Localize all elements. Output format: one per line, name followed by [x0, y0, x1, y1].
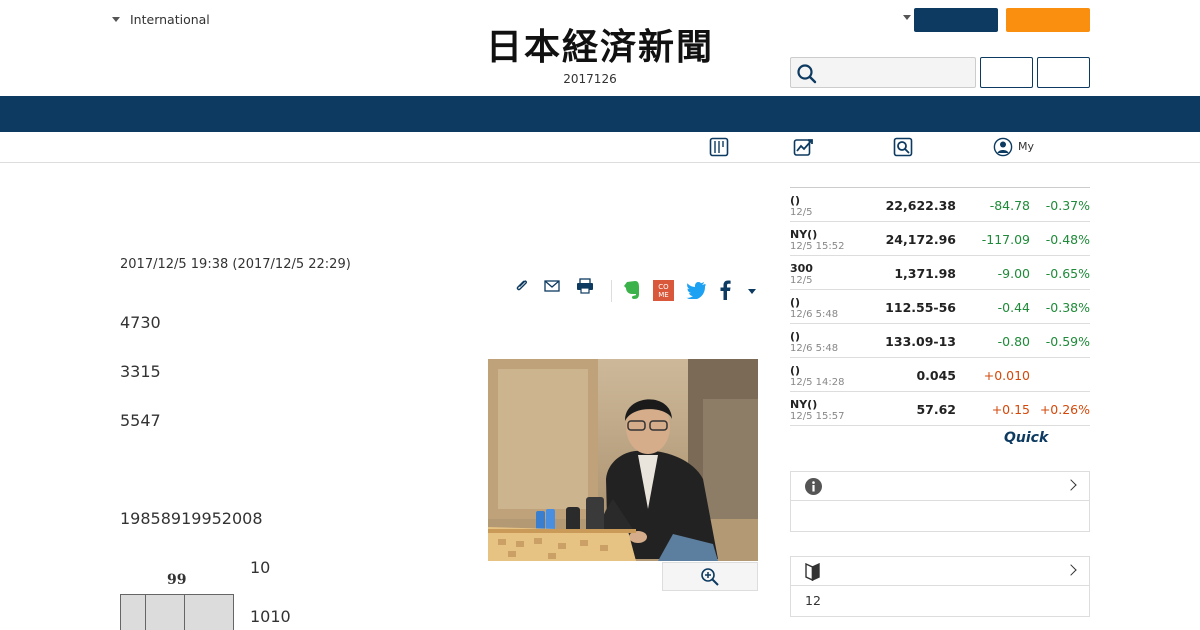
user-icon[interactable]	[993, 137, 1013, 157]
comemo-icon[interactable]: CO ME	[653, 280, 674, 301]
market-name: NY()	[790, 228, 818, 241]
search-icon	[797, 64, 817, 84]
article-paragraph: 5547	[120, 411, 161, 430]
article-datetime: 2017/12/5 19:38 (2017/12/5 22:29)	[120, 257, 351, 272]
market-row[interactable]: NY() 12/5 15:57 57.62 +0.15 +0.26%	[790, 392, 1090, 426]
photo-zoom-button[interactable]	[662, 562, 758, 591]
twitter-icon[interactable]	[686, 281, 706, 299]
market-pct: -0.38%	[1045, 300, 1090, 315]
quick-logo[interactable]: Quick	[1004, 430, 1048, 446]
chart-trend-icon[interactable]	[793, 137, 815, 157]
market-value: 0.045	[916, 368, 956, 383]
print-icon[interactable]	[576, 278, 594, 294]
market-name: ()	[790, 296, 801, 309]
market-time: 12/5 15:57	[790, 411, 845, 422]
market-name: NY()	[790, 398, 818, 411]
info-widget-header[interactable]	[791, 472, 1089, 501]
info-widget-body	[791, 501, 1089, 531]
market-name: 300	[790, 262, 813, 275]
market-value: 133.09-13	[885, 334, 956, 349]
market-name: ()	[790, 364, 801, 377]
caret-down-icon	[112, 17, 120, 22]
market-time: 12/5	[790, 275, 813, 286]
beginner-mark-icon	[805, 563, 820, 581]
market-change: -117.09	[981, 232, 1030, 247]
chevron-right-icon	[1065, 564, 1077, 576]
facebook-icon[interactable]	[718, 280, 732, 300]
search-input[interactable]	[790, 57, 976, 88]
svg-text:ME: ME	[658, 291, 668, 299]
market-row[interactable]: 300 12/5 1,371.98 -9.00 -0.65%	[790, 256, 1090, 290]
market-row[interactable]: () 12/6 5:48 112.55-56 -0.44 -0.38%	[790, 290, 1090, 324]
market-value: 57.62	[916, 402, 956, 417]
market-row[interactable]: () 12/5 14:28 0.045 +0.010	[790, 358, 1090, 392]
zoom-in-icon	[701, 568, 719, 586]
beginner-widget-text: 12	[805, 593, 821, 608]
market-name: ()	[790, 194, 801, 207]
market-time: 12/6 5:48	[790, 309, 839, 320]
trial-button[interactable]	[1006, 8, 1090, 32]
market-pct: -0.59%	[1045, 334, 1090, 349]
info-icon	[805, 478, 822, 495]
market-value: 22,622.38	[885, 198, 956, 213]
company-search-icon[interactable]	[893, 137, 913, 157]
market-time: 12/5 15:52	[790, 241, 845, 252]
market-row[interactable]: () 12/6 5:48 133.09-13 -0.80 -0.59%	[790, 324, 1090, 358]
beginner-widget-header[interactable]	[791, 557, 1089, 586]
market-value: 24,172.96	[885, 232, 956, 247]
article-paragraph: 3315	[120, 362, 161, 381]
shogi-board-diagram	[120, 594, 234, 630]
beginner-widget: 12	[790, 556, 1090, 617]
market-change: -84.78	[989, 198, 1030, 213]
main-navbar[interactable]	[0, 96, 1200, 132]
subscribe-button[interactable]	[914, 8, 998, 32]
info-widget	[790, 471, 1090, 532]
masthead-logo[interactable]: 日本経済新聞	[452, 29, 748, 65]
evernote-icon[interactable]	[622, 279, 642, 301]
article-paragraph: 10	[250, 558, 271, 577]
svg-text:CO: CO	[658, 283, 669, 291]
market-name: ()	[790, 330, 801, 343]
clip-icon[interactable]	[514, 278, 530, 294]
edition-label: International	[130, 12, 210, 27]
article-paragraph: 4730	[120, 313, 161, 332]
market-change: -0.44	[997, 300, 1030, 315]
my-page-label[interactable]: My	[1018, 140, 1034, 153]
chevron-right-icon	[1065, 479, 1077, 491]
market-change: +0.010	[983, 368, 1030, 383]
account-menu-caret-icon[interactable]	[903, 15, 911, 20]
article-paragraph: 19858919952008	[120, 509, 263, 528]
market-change: -9.00	[997, 266, 1030, 281]
mail-icon[interactable]	[544, 278, 560, 294]
article-photo[interactable]	[488, 359, 758, 561]
market-row[interactable]: NY() 12/5 15:52 24,172.96 -117.09 -0.48%	[790, 222, 1090, 256]
market-time: 12/5 14:28	[790, 377, 845, 388]
share-more-caret-icon[interactable]	[748, 289, 756, 294]
shogi-player-photo	[488, 359, 758, 561]
market-time: 12/6 5:48	[790, 343, 839, 354]
market-pct: -0.37%	[1045, 198, 1090, 213]
market-change: +0.15	[991, 402, 1030, 417]
market-pct: -0.65%	[1045, 266, 1090, 281]
masthead-date: 2017126	[563, 72, 617, 86]
advanced-search-button[interactable]	[1037, 57, 1090, 88]
paper-viewer-icon[interactable]	[709, 137, 729, 157]
search-submit-button[interactable]	[980, 57, 1033, 88]
beginner-widget-body: 12	[791, 586, 1089, 616]
market-pct: +0.26%	[1039, 402, 1090, 417]
market-table: () 12/5 22,622.38 -84.78 -0.37% NY() 12/…	[790, 187, 1090, 426]
board-diagram-label: 99	[167, 572, 187, 588]
market-change: -0.80	[997, 334, 1030, 349]
share-divider	[611, 280, 612, 302]
market-pct: -0.48%	[1045, 232, 1090, 247]
market-time: 12/5	[790, 207, 813, 218]
market-value: 112.55-56	[885, 300, 956, 315]
edition-selector[interactable]: International	[112, 12, 210, 27]
article-paragraph: 1010	[250, 607, 291, 626]
market-row[interactable]: () 12/5 22,622.38 -84.78 -0.37%	[790, 188, 1090, 222]
market-value: 1,371.98	[894, 266, 956, 281]
